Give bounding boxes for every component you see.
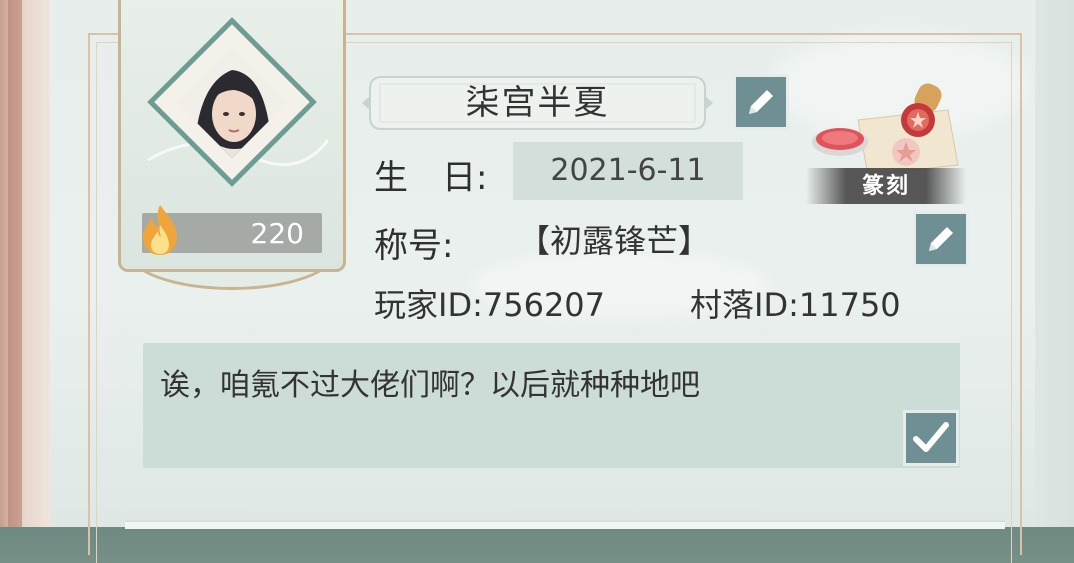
checkmark-icon (913, 422, 949, 452)
edit-title-button[interactable] (913, 211, 969, 267)
seal-icon (812, 83, 959, 176)
birthday-value: 2021-6-11 (550, 153, 706, 188)
village-id: 村落ID:11750 (690, 286, 901, 324)
edit-name-button[interactable] (733, 74, 789, 130)
level-value: 220 (250, 217, 304, 250)
player-name: 柒宫半夏 (465, 83, 610, 123)
back-pages-edge (1035, 0, 1074, 527)
avatar-card[interactable]: 220 (118, 0, 346, 300)
flame-icon (143, 205, 177, 255)
title-value: 【初露锋芒】 (518, 222, 711, 260)
player-id: 玩家ID:756207 (374, 286, 606, 324)
avatar[interactable] (174, 44, 290, 160)
birthday-field: 2021-6-11 (513, 142, 743, 200)
title-label: 称号: (374, 226, 454, 266)
next-section-edge (125, 520, 1005, 529)
confirm-signature-button[interactable] (903, 410, 959, 466)
seal-label[interactable]: 篆刻 (806, 168, 966, 204)
signature-text[interactable]: 诶，咱氪不过大佬们啊？以后就种种地吧 (160, 360, 700, 404)
name-plate: 柒宫半夏 (360, 74, 715, 132)
birthday-label: 生 日: (374, 158, 488, 198)
book-ribbon (8, 0, 22, 527)
pencil-icon (749, 90, 773, 114)
pencil-icon (929, 227, 953, 251)
